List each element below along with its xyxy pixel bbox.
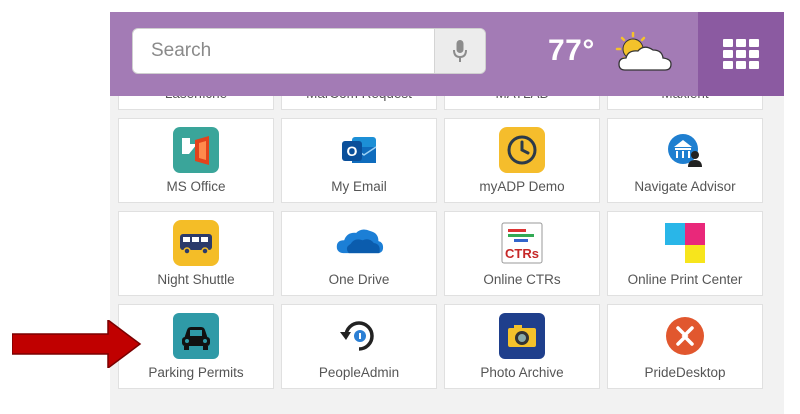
partly-cloudy-icon[interactable] bbox=[613, 32, 675, 76]
app-tile-label: myADP Demo bbox=[479, 179, 565, 194]
top-strip bbox=[0, 0, 800, 10]
app-tile[interactable]: Photo Archive bbox=[444, 304, 600, 389]
ms-office-icon bbox=[171, 127, 221, 173]
microphone-button[interactable] bbox=[434, 29, 485, 73]
apps-panel: Laserfiche MarCom Request MATLAB Maxient MS … bbox=[110, 96, 784, 414]
app-tile[interactable]: Maxient bbox=[607, 96, 763, 110]
app-tile[interactable]: PrideDesktop bbox=[607, 304, 763, 389]
app-tile-label: My Email bbox=[331, 179, 387, 194]
car-icon bbox=[171, 313, 221, 359]
apps-grid-icon bbox=[723, 39, 759, 69]
ctrs-icon: CTRs bbox=[497, 220, 547, 266]
navigate-icon bbox=[660, 127, 710, 173]
temperature: 77° bbox=[548, 34, 595, 67]
app-tile[interactable]: One Drive bbox=[281, 211, 437, 296]
search-box bbox=[132, 28, 486, 74]
app-tile[interactable]: MarCom Request bbox=[281, 96, 437, 110]
search-input[interactable] bbox=[133, 29, 434, 73]
header-bar: 77° bbox=[110, 12, 784, 96]
app-tile-label: PeopleAdmin bbox=[318, 365, 400, 380]
app-tile-label: Laserfiche bbox=[165, 96, 227, 101]
app-tile[interactable]: Online Print Center bbox=[607, 211, 763, 296]
app-tile[interactable]: MS Office bbox=[118, 118, 274, 203]
apps-grid-button[interactable] bbox=[698, 12, 784, 96]
app-tile-label: Online CTRs bbox=[483, 272, 561, 287]
peopleadmin-icon bbox=[334, 313, 384, 359]
app-tile[interactable]: PeopleAdmin bbox=[281, 304, 437, 389]
app-tile-label: Navigate Advisor bbox=[634, 179, 736, 194]
app-tile-label: One Drive bbox=[328, 272, 390, 287]
app-tile-label: MATLAB bbox=[495, 96, 548, 101]
app-tile[interactable]: Laserfiche bbox=[118, 96, 274, 110]
app-tile-label: Maxient bbox=[661, 96, 708, 101]
print-center-icon bbox=[660, 220, 710, 266]
clock-icon bbox=[497, 127, 547, 173]
app-tile-label: MS Office bbox=[166, 179, 226, 194]
app-tile-label: Night Shuttle bbox=[157, 272, 235, 287]
pride-desktop-icon bbox=[660, 313, 710, 359]
app-tile[interactable]: MATLAB bbox=[444, 96, 600, 110]
shuttle-bus-icon bbox=[171, 220, 221, 266]
app-tile[interactable]: O My Email bbox=[281, 118, 437, 203]
onedrive-cloud-icon bbox=[334, 220, 384, 266]
svg-text:CTRs: CTRs bbox=[505, 246, 539, 261]
outlook-icon: O bbox=[334, 127, 384, 173]
app-tile-label: Parking Permits bbox=[148, 365, 244, 380]
app-tile[interactable]: Navigate Advisor bbox=[607, 118, 763, 203]
app-tile-label: PrideDesktop bbox=[644, 365, 726, 380]
app-tile[interactable]: myADP Demo bbox=[444, 118, 600, 203]
camera-icon bbox=[497, 313, 547, 359]
red-arrow-icon bbox=[12, 320, 142, 368]
apps-grid: Laserfiche MarCom Request MATLAB Maxient MS … bbox=[118, 96, 763, 389]
app-tile-label: Photo Archive bbox=[480, 365, 564, 380]
svg-text:O: O bbox=[347, 143, 358, 159]
app-tile-label: MarCom Request bbox=[306, 96, 412, 101]
app-tile-label: Online Print Center bbox=[627, 272, 743, 287]
app-tile[interactable]: CTRs Online CTRs bbox=[444, 211, 600, 296]
app-tile[interactable]: Night Shuttle bbox=[118, 211, 274, 296]
microphone-icon bbox=[453, 40, 467, 62]
